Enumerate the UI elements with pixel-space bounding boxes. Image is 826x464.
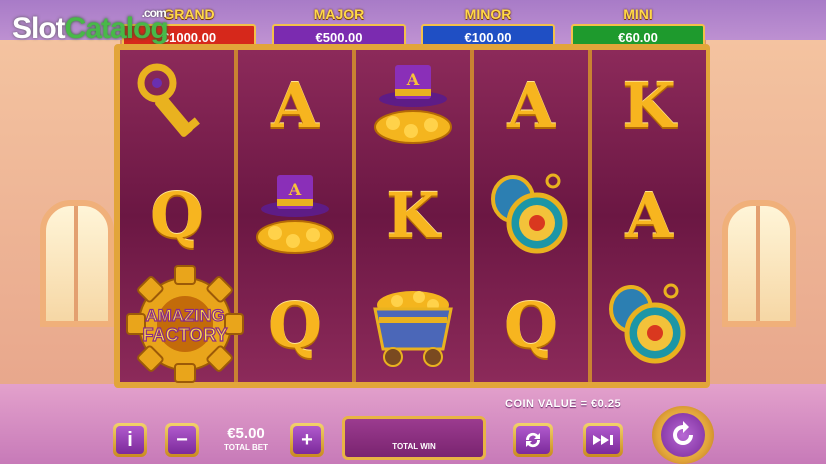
fast-forward-icon (586, 426, 620, 454)
plus-icon: + (293, 426, 321, 454)
symbol-q: Q (474, 270, 588, 380)
reel: AK (356, 50, 470, 382)
symbol-a: A (238, 50, 352, 160)
bet-plus-button[interactable]: + (290, 423, 324, 457)
jackpot-minor: MINOR €100.00 (421, 6, 555, 48)
symbol-letter: K (386, 178, 440, 252)
total-bet-display: €5.00 TOTAL BET (205, 423, 287, 459)
bet-minus-button[interactable]: − (165, 423, 199, 457)
reel: A A Q (238, 50, 352, 382)
symbol-k: K (356, 160, 470, 270)
slotcatalog-logo: SlotCatalog .com (12, 6, 169, 46)
logo-part1: Slot (12, 12, 66, 45)
window (40, 200, 114, 327)
total-win-label: TOTAL WIN (392, 442, 436, 451)
logo-suffix: .com (141, 6, 167, 20)
symbol-letter: K (622, 68, 676, 142)
symbol-a: A (474, 50, 588, 160)
symbol-letter: Q (149, 178, 204, 252)
total-bet-label: TOTAL BET (224, 443, 268, 452)
scatter-line1: AMAZING (145, 306, 224, 325)
info-icon: i (116, 426, 144, 454)
symbol-q: Q (120, 160, 234, 270)
window (722, 200, 796, 327)
svg-text:A: A (406, 70, 420, 89)
spin-icon (661, 413, 705, 457)
jackpot-title: MAJOR (313, 6, 365, 22)
total-win-display: TOTAL WIN (342, 416, 486, 460)
pocket-watch-icon (474, 160, 588, 270)
pocket-watch-icon (592, 270, 706, 380)
symbol-letter: Q (503, 288, 558, 362)
minus-icon: − (168, 426, 196, 454)
jackpot-mini: MINI €60.00 (571, 6, 705, 48)
jackpot-title: MINI (623, 6, 653, 22)
building-right (702, 40, 826, 390)
key-icon (120, 50, 234, 160)
jackpot-major: MAJOR €500.00 (272, 6, 406, 48)
symbol-letter: A (506, 68, 556, 142)
svg-text:A: A (288, 180, 302, 199)
symbol-letter: A (270, 68, 320, 142)
jackpot-title: MINOR (464, 6, 512, 22)
turbo-button[interactable] (583, 423, 623, 457)
info-button[interactable]: i (113, 423, 147, 457)
top-hat-coins-icon: A (238, 160, 352, 270)
symbol-a: A (592, 160, 706, 270)
mine-cart-gold-icon (356, 270, 470, 380)
top-hat-coins-icon: A (356, 50, 470, 160)
symbol-letter: Q (267, 288, 322, 362)
reel: KA (592, 50, 706, 382)
reel: AQ (474, 50, 588, 382)
coin-value-text: COIN VALUE = €0.25 (505, 398, 622, 410)
amazing-factory-scatter-icon: AMAZING FACTORY (120, 265, 250, 383)
autoplay-icon (516, 426, 550, 454)
symbol-k: K (592, 50, 706, 160)
symbol-letter: A (624, 178, 674, 252)
spin-button[interactable] (652, 406, 714, 464)
scatter-line2: FACTORY (142, 325, 227, 345)
total-bet-value: €5.00 (227, 425, 265, 442)
autoplay-button[interactable] (513, 423, 553, 457)
symbol-q: Q (238, 270, 352, 380)
building-left (0, 40, 124, 390)
